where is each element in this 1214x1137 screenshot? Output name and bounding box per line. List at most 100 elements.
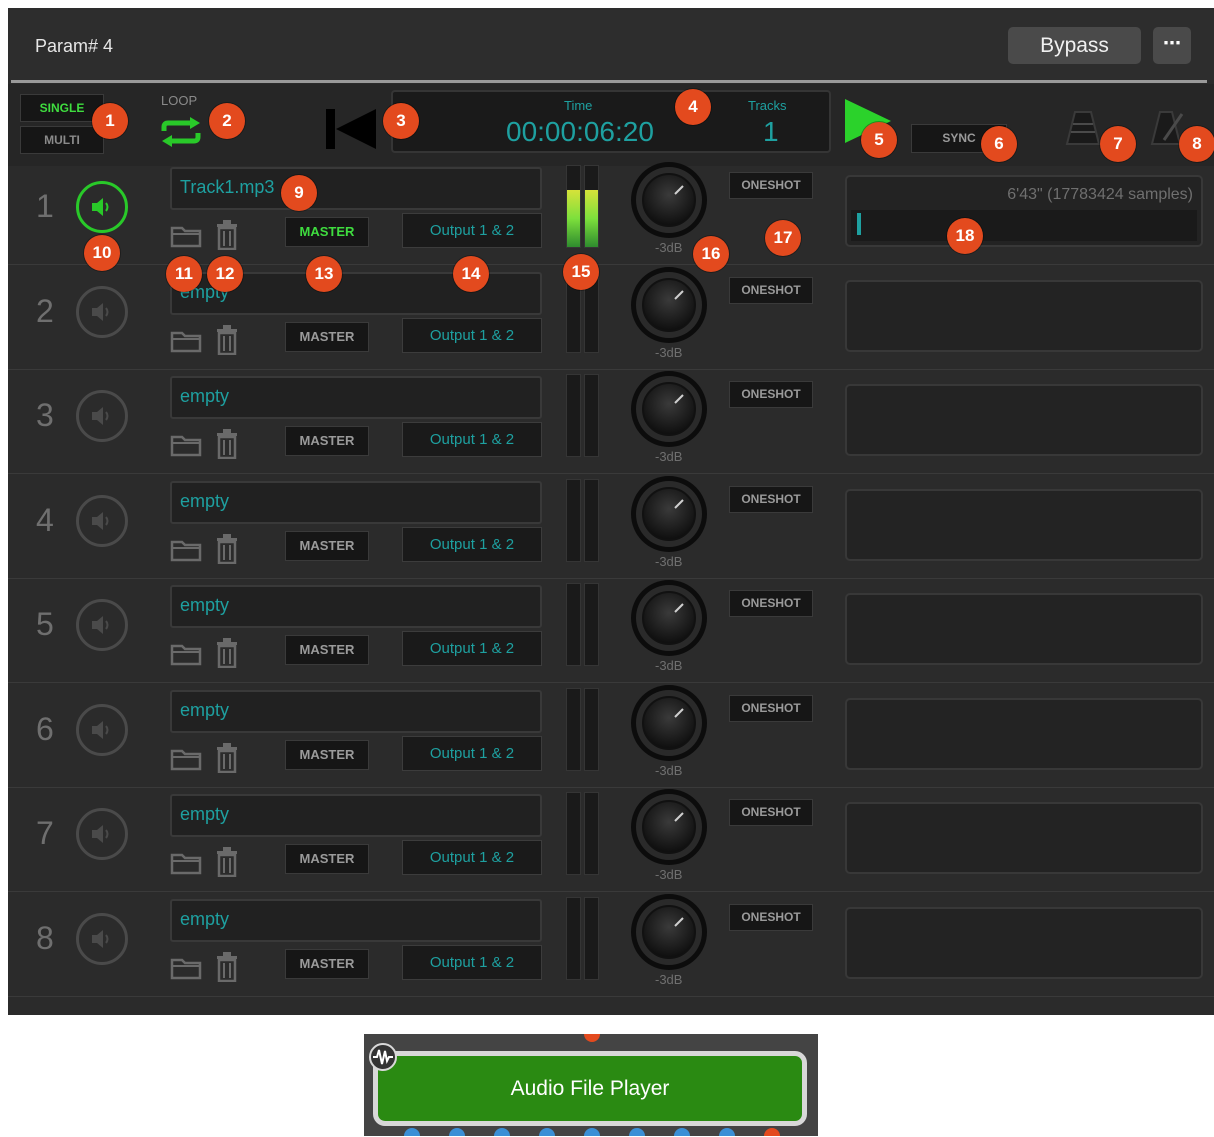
volume-db-label: -3dB [655,449,683,464]
volume-knob[interactable] [630,161,708,244]
track-file-name[interactable]: empty [170,480,542,524]
volume-knob[interactable] [630,684,708,767]
track-number: 5 [36,606,54,642]
master-button[interactable]: MASTER [285,530,369,561]
tempo-icon[interactable] [1063,110,1103,155]
track-file-name[interactable]: empty [170,794,542,837]
trash-icon[interactable] [215,847,239,882]
output-select[interactable]: Output 1 & 2 [402,317,542,353]
multi-mode-button[interactable]: MULTI [20,126,104,154]
playback-cursor[interactable] [857,213,861,235]
track-speaker-button[interactable] [76,181,128,233]
volume-knob[interactable] [630,893,708,976]
level-meter-left [566,478,581,562]
oneshot-button[interactable]: ONESHOT [729,485,813,513]
track-speaker-button[interactable] [76,390,128,442]
annotation-badge: 2 [209,103,245,139]
annotation-badge: 12 [207,256,243,292]
playback-bar[interactable] [851,210,1197,241]
track-number: 6 [36,710,54,747]
track-speaker-button[interactable] [76,703,128,756]
oneshot-button[interactable]: ONESHOT [729,276,813,304]
title-bar: Param# 4 Bypass ⋯ [8,8,1214,80]
trash-icon[interactable] [215,638,239,673]
more-options-button[interactable]: ⋯ [1153,27,1191,64]
volume-knob[interactable] [630,370,708,453]
output-select[interactable]: Output 1 & 2 [402,631,542,666]
master-button[interactable]: MASTER [285,426,369,456]
open-folder-icon[interactable] [170,327,202,358]
open-folder-icon[interactable] [170,536,202,567]
annotation-badge: 5 [861,122,897,158]
track-speaker-button[interactable] [76,808,128,860]
meter-fill [585,190,598,247]
volume-knob[interactable] [630,579,708,662]
track-row: 5 empty MASTER Output 1 & 2 -3dB ONESHOT [8,578,1214,683]
output-select[interactable]: Output 1 & 2 [402,422,542,457]
oneshot-button[interactable]: ONESHOT [729,799,813,826]
waveform-display[interactable]: 6'43" (17783424 samples) [845,175,1203,247]
volume-db-label: -3dB [655,553,683,569]
track-speaker-button[interactable] [76,912,128,965]
skip-back-icon[interactable] [326,109,378,154]
track-file-name[interactable]: empty [170,376,542,419]
master-button[interactable]: MASTER [285,321,369,352]
trash-icon[interactable] [215,951,239,987]
master-button[interactable]: MASTER [285,948,369,979]
waveform-display[interactable] [845,593,1203,665]
oneshot-button[interactable]: ONESHOT [729,381,813,408]
trash-icon[interactable] [215,220,239,255]
waveform-display[interactable] [845,906,1203,979]
output-select[interactable]: Output 1 & 2 [402,944,542,980]
master-button[interactable]: MASTER [285,844,369,874]
master-button[interactable]: MASTER [285,217,369,247]
output-select[interactable]: Output 1 & 2 [402,526,542,562]
oneshot-button[interactable]: ONESHOT [729,172,813,199]
open-folder-icon[interactable] [170,640,202,671]
oneshot-button[interactable]: ONESHOT [729,590,813,617]
track-file-name[interactable]: Track1.mp3 [170,167,542,210]
open-folder-icon[interactable] [170,431,202,462]
open-folder-icon[interactable] [170,849,202,880]
volume-db-label: -3dB [655,344,683,360]
header-divider [11,80,1207,83]
track-speaker-button[interactable] [76,599,128,651]
output-select[interactable]: Output 1 & 2 [402,213,542,248]
oneshot-button[interactable]: ONESHOT [729,694,813,722]
waveform-display[interactable] [845,488,1203,561]
track-file-name[interactable]: empty [170,898,542,942]
trash-icon[interactable] [215,429,239,464]
audio-file-player-node[interactable]: Audio File Player [373,1051,807,1126]
output-select[interactable]: Output 1 & 2 [402,735,542,771]
annotation-badge: 3 [383,103,419,139]
bypass-button[interactable]: Bypass [1008,27,1141,64]
waveform-display[interactable] [845,384,1203,456]
track-file-name[interactable]: empty [170,689,542,733]
track-file-name[interactable]: empty [170,585,542,628]
loop-icon[interactable] [158,117,204,152]
trash-icon[interactable] [215,533,239,569]
trash-icon[interactable] [215,324,239,360]
waveform-display[interactable] [845,802,1203,874]
annotation-badge: 18 [947,218,983,254]
volume-knob[interactable] [630,475,708,558]
waveform-display[interactable] [845,697,1203,770]
waveform-display[interactable] [845,279,1203,352]
open-folder-icon[interactable] [170,222,202,253]
volume-knob[interactable] [630,266,708,349]
open-folder-icon[interactable] [170,954,202,985]
trash-icon[interactable] [215,742,239,778]
oneshot-button[interactable]: ONESHOT [729,903,813,931]
node-box: Audio File Player [364,1034,818,1136]
track-speaker-button[interactable] [76,285,128,338]
master-button[interactable]: MASTER [285,739,369,770]
track-speaker-button[interactable] [76,494,128,547]
output-select[interactable]: Output 1 & 2 [402,840,542,875]
track-row: 1 Track1.mp3 MASTER Output 1 & 2 -3dB ONESHOT… [8,160,1214,265]
track-number: 2 [36,292,54,329]
node-label: Audio File Player [510,1077,670,1100]
transport-bar: SINGLE MULTI LOOP Time 00:00:06:20 Track… [8,84,1214,166]
volume-knob[interactable] [630,788,708,871]
open-folder-icon[interactable] [170,745,202,776]
master-button[interactable]: MASTER [285,635,369,665]
